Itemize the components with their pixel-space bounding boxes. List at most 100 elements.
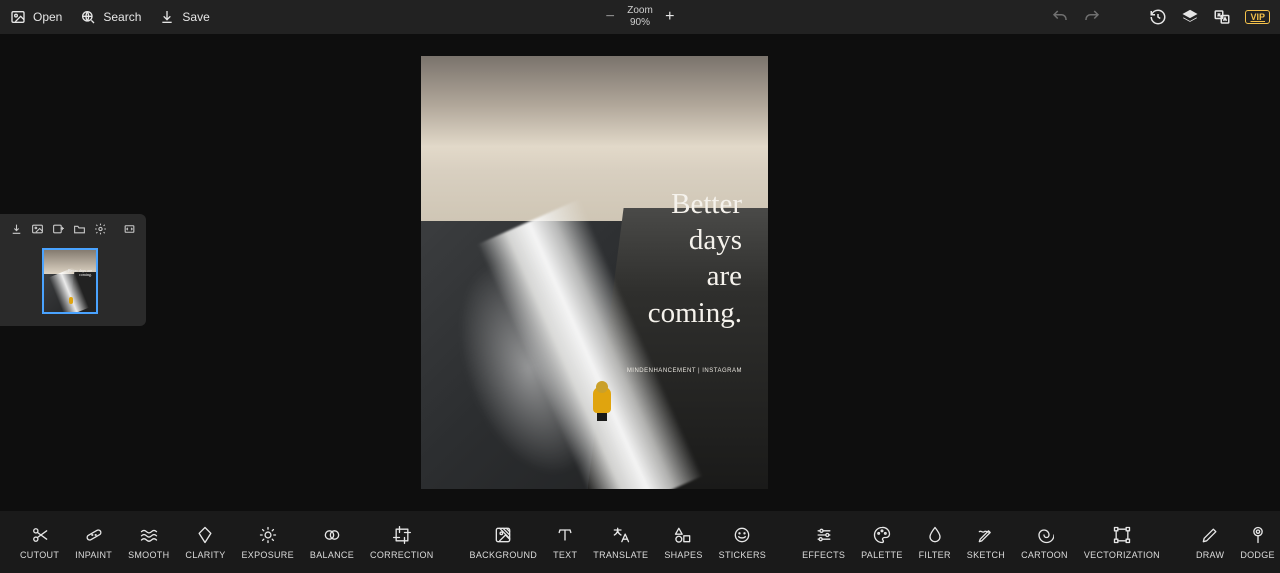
tool-label: EFFECTS: [802, 550, 845, 560]
save-label: Save: [182, 10, 209, 24]
tool-label: FILTER: [919, 550, 951, 560]
sliders-icon: [814, 525, 834, 545]
image-icon: [10, 9, 26, 25]
tool-label: CUTOUT: [20, 550, 59, 560]
save-button[interactable]: Save: [159, 9, 209, 25]
tool-clarity[interactable]: CLARITY: [177, 525, 233, 560]
tool-sketch[interactable]: SKETCH: [959, 525, 1013, 560]
download-icon: [159, 9, 175, 25]
language-icon[interactable]: [1213, 8, 1231, 26]
bottombar: CUTOUT INPAINT SMOOTH CLARITY EXPOSURE BALANC…: [0, 511, 1280, 573]
translate-icon: [611, 525, 631, 545]
drop-icon: [925, 525, 945, 545]
tool-text[interactable]: TEXT: [545, 525, 585, 560]
pencil-icon: [1200, 525, 1220, 545]
tool-exposure[interactable]: EXPOSURE: [234, 525, 302, 560]
palette-icon: [872, 525, 892, 545]
tool-group-effects: EFFECTS PALETTE FILTER SKETCH CARTOON VECTORI…: [794, 525, 1168, 560]
zoom-in-button[interactable]: +: [663, 8, 677, 26]
search-button[interactable]: Search: [80, 9, 141, 25]
topbar-right: VIP: [1051, 8, 1270, 26]
waves-icon: [139, 525, 159, 545]
panel-folder-icon[interactable]: [73, 222, 86, 236]
tool-label: SKETCH: [967, 550, 1005, 560]
globe-search-icon: [80, 9, 96, 25]
tool-label: VECTORIZATION: [1084, 550, 1160, 560]
tool-dodge[interactable]: DODGE: [1232, 525, 1280, 560]
tool-label: CARTOON: [1021, 550, 1068, 560]
redo-icon[interactable]: [1083, 8, 1101, 26]
tool-cutout[interactable]: CUTOUT: [12, 525, 67, 560]
tool-correction[interactable]: CORRECTION: [362, 525, 442, 560]
diamond-icon: [195, 525, 215, 545]
tool-label: TEXT: [553, 550, 577, 560]
tool-label: TRANSLATE: [593, 550, 648, 560]
tool-effects[interactable]: EFFECTS: [794, 525, 853, 560]
undo-icon[interactable]: [1051, 8, 1069, 26]
tool-inpaint[interactable]: INPAINT: [67, 525, 120, 560]
tool-stickers[interactable]: STICKERS: [711, 525, 774, 560]
person-figure: [591, 381, 613, 421]
crop-icon: [392, 525, 412, 545]
zoom-value: 90%: [630, 18, 650, 28]
bg-icon: [493, 525, 513, 545]
tool-label: STICKERS: [719, 550, 766, 560]
tool-vectorization[interactable]: VECTORIZATION: [1076, 525, 1168, 560]
canvas-area: Better days are coming. MINDENHANCEMENT …: [0, 34, 1280, 511]
open-label: Open: [33, 10, 62, 24]
side-panel: Better days are coming.: [0, 214, 146, 326]
tool-label: EXPOSURE: [242, 550, 294, 560]
tool-label: SMOOTH: [128, 550, 169, 560]
topbar: Open Search Save − Zoom 90% + VIP: [0, 0, 1280, 34]
smiley-icon: [732, 525, 752, 545]
quote-text: Better days are coming.: [562, 186, 742, 331]
rings-icon: [322, 525, 342, 545]
tool-label: DODGE: [1240, 550, 1275, 560]
open-button[interactable]: Open: [10, 9, 62, 25]
zoom-label: Zoom: [627, 6, 653, 16]
search-label: Search: [103, 10, 141, 24]
tool-label: SHAPES: [664, 550, 702, 560]
tool-filter[interactable]: FILTER: [911, 525, 959, 560]
canvas-image[interactable]: Better days are coming. MINDENHANCEMENT …: [421, 56, 768, 489]
tool-group-draw: DRAWDODGEBURNDESATURATEBLUR: [1188, 525, 1280, 560]
tool-group-content: BACKGROUND TEXT TRANSLATE SHAPES STICKERS: [462, 525, 775, 560]
pencilwave-icon: [976, 525, 996, 545]
tool-label: PALETTE: [861, 550, 902, 560]
panel-add-image-icon[interactable]: [52, 222, 65, 236]
sun-icon: [258, 525, 278, 545]
spiral-icon: [1034, 525, 1054, 545]
tool-label: CLARITY: [185, 550, 225, 560]
panel-download-icon[interactable]: [10, 222, 23, 236]
lollipop-icon: [1248, 525, 1268, 545]
history-icon[interactable]: [1149, 8, 1167, 26]
shapes-icon: [673, 525, 693, 545]
tool-background[interactable]: BACKGROUND: [462, 525, 546, 560]
text-icon: [555, 525, 575, 545]
zoom-out-button[interactable]: −: [603, 8, 617, 26]
tool-label: CORRECTION: [370, 550, 434, 560]
vector-icon: [1112, 525, 1132, 545]
tool-label: DRAW: [1196, 550, 1224, 560]
zoom-display[interactable]: Zoom 90%: [627, 6, 653, 28]
tool-group-adjust: CUTOUT INPAINT SMOOTH CLARITY EXPOSURE BALANC…: [12, 525, 442, 560]
panel-expand-icon[interactable]: [123, 222, 136, 236]
tool-smooth[interactable]: SMOOTH: [120, 525, 177, 560]
tool-label: BALANCE: [310, 550, 354, 560]
tool-palette[interactable]: PALETTE: [853, 525, 910, 560]
tool-translate[interactable]: TRANSLATE: [585, 525, 656, 560]
tool-label: INPAINT: [75, 550, 112, 560]
layers-icon[interactable]: [1181, 8, 1199, 26]
tool-label: BACKGROUND: [470, 550, 538, 560]
thumbnail-1[interactable]: Better days are coming.: [42, 248, 98, 314]
vip-badge[interactable]: VIP: [1245, 10, 1270, 24]
tool-balance[interactable]: BALANCE: [302, 525, 362, 560]
tool-draw[interactable]: DRAW: [1188, 525, 1232, 560]
tool-cartoon[interactable]: CARTOON: [1013, 525, 1076, 560]
zoom-group: − Zoom 90% +: [603, 6, 677, 28]
panel-image-icon[interactable]: [31, 222, 44, 236]
tool-shapes[interactable]: SHAPES: [656, 525, 710, 560]
panel-gear-icon[interactable]: [94, 222, 107, 236]
watermark-text: MINDENHANCEMENT | INSTAGRAM: [627, 368, 742, 374]
scissors-icon: [30, 525, 50, 545]
